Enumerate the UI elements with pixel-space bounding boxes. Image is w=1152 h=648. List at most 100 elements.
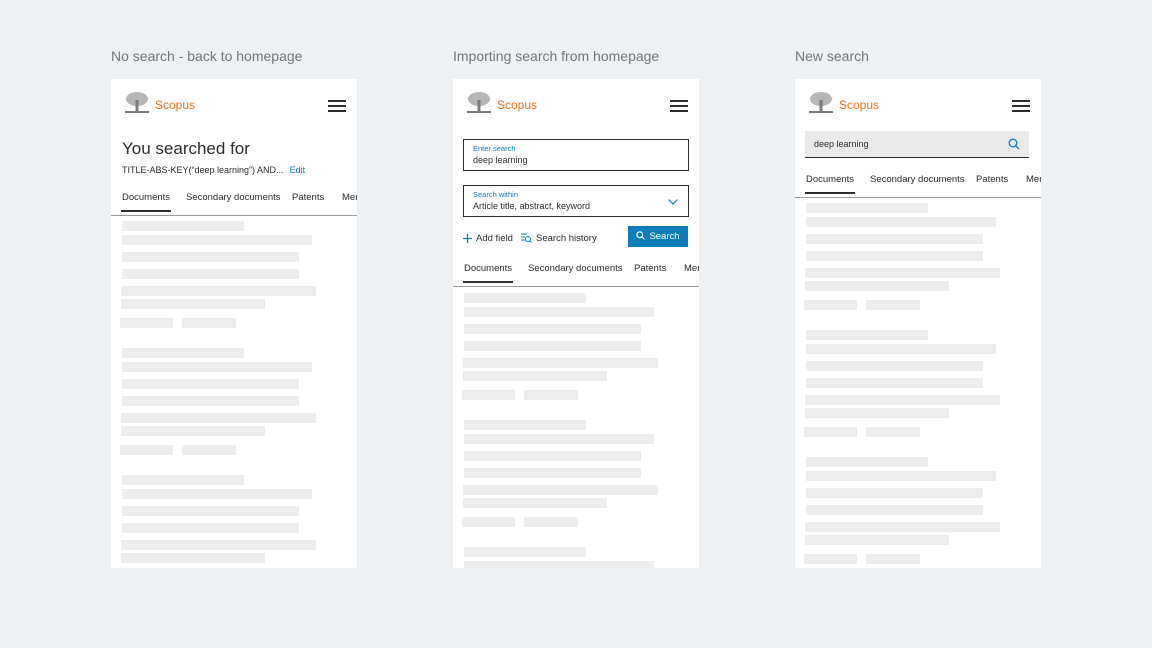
tab-more[interactable]: Mer [342,191,357,205]
skeleton-bar [806,457,928,467]
skeleton-bar [121,426,265,436]
skeleton-bar [805,395,1000,405]
plus-icon [463,233,472,243]
hamburger-menu-icon[interactable] [1012,100,1030,113]
add-field-label: Add field [476,233,513,244]
skeleton-bar [120,445,173,455]
skeleton-bar [464,307,654,317]
skeleton-bar [805,268,1000,278]
page-title: You searched for [122,139,250,158]
skeleton-bar [524,517,578,527]
tab-more[interactable]: Mer [684,262,699,276]
tab-secondary-documents[interactable]: Secondary documents [186,191,281,205]
tab-patents[interactable]: Patents [634,262,666,276]
skeleton-bar [866,427,920,437]
skeleton-bar [463,371,607,381]
elsevier-tree-logo [125,92,149,113]
chevron-down-icon [668,199,678,205]
skeleton-bar [122,475,244,485]
skeleton-bar [463,485,658,495]
hamburger-menu-icon[interactable] [670,100,688,113]
tab-documents[interactable]: Documents [120,191,172,212]
skeleton-bar [805,408,949,418]
skeleton-bar [805,535,949,545]
skeleton-bar [524,390,578,400]
tab-patents[interactable]: Patents [292,191,324,205]
panel-no-search: Scopus You searched for TITLE-ABS-KEY(“d… [111,79,357,568]
search-input[interactable]: deep learning [805,131,1029,158]
skeleton-bar [122,235,312,245]
panel-importing: Scopus Enter search deep learning Search… [453,79,699,568]
skeleton-bar [463,358,658,368]
skeleton-bar [121,553,265,563]
skeleton-bar [122,523,299,533]
skeleton-bar [464,341,641,351]
skeleton-bar [122,221,244,231]
search-input-label: Enter search [473,144,516,153]
skeleton-bar [806,488,983,498]
tab-patents[interactable]: Patents [976,173,1008,187]
skeleton-bar [122,489,312,499]
search-history-label: Search history [536,233,597,244]
tab-more[interactable]: Mer [1026,173,1041,187]
search-within-select[interactable]: Search within Article title, abstract, k… [463,185,689,217]
skeleton-bar [806,234,983,244]
caption-new-search: New search [795,48,869,64]
caption-no-search: No search - back to homepage [111,48,303,64]
elsevier-tree-logo [467,92,491,113]
search-input[interactable]: Enter search deep learning [463,139,689,171]
tab-documents[interactable]: Documents [462,262,514,283]
brand-name[interactable]: Scopus [839,98,879,112]
skeleton-bar [182,318,236,328]
hamburger-menu-icon[interactable] [328,100,346,113]
search-within-value: Article title, abstract, keyword [473,201,591,211]
search-within-label: Search within [473,190,519,199]
skeleton-bar [806,505,983,515]
skeleton-bar [462,517,515,527]
skeleton-bar [122,396,299,406]
skeleton-bar [806,344,996,354]
skeleton-bar [121,299,265,309]
skeleton-bar [121,540,316,550]
skeleton-bar [121,286,316,296]
query-text: TITLE-ABS-KEY(“deep learning”) AND... [122,165,284,175]
add-field-button[interactable]: Add field [463,233,513,244]
skeleton-bar [806,203,928,213]
skeleton-bar [806,361,983,371]
skeleton-bar [464,451,641,461]
skeleton-bar [462,390,515,400]
tab-secondary-documents[interactable]: Secondary documents [528,262,623,276]
skeleton-bar [464,561,654,568]
search-icon [636,231,646,240]
search-icon[interactable] [1008,138,1020,150]
search-button-label: Search [649,231,680,242]
skeleton-bar [121,413,316,423]
search-history-button[interactable]: Search history [521,233,597,244]
brand-name[interactable]: Scopus [497,98,537,112]
skeleton-bar [806,217,996,227]
skeleton-bar [464,434,654,444]
skeleton-bar [122,362,312,372]
skeleton-bar [464,468,641,478]
tab-secondary-documents[interactable]: Secondary documents [870,173,965,187]
caption-importing: Importing search from homepage [453,48,660,64]
search-input-value: deep learning [814,139,869,149]
skeleton-bar [122,348,244,358]
skeleton-bar [464,324,641,334]
skeleton-bar [805,281,949,291]
skeleton-bar [120,318,173,328]
skeleton-bar [464,547,586,557]
edit-link[interactable]: Edit [290,165,306,175]
skeleton-bar [122,269,299,279]
brand-name[interactable]: Scopus [155,98,195,112]
skeleton-bar [464,420,586,430]
skeleton-bar [805,522,1000,532]
skeleton-bar [122,252,299,262]
skeleton-bar [804,427,857,437]
skeleton-bar [866,554,920,564]
skeleton-bar [463,498,607,508]
results-tabs: Documents Secondary documents Patents Me… [795,173,1041,198]
tab-documents[interactable]: Documents [804,173,856,194]
search-button[interactable]: Search [628,226,688,247]
search-input-value: deep learning [473,155,528,165]
